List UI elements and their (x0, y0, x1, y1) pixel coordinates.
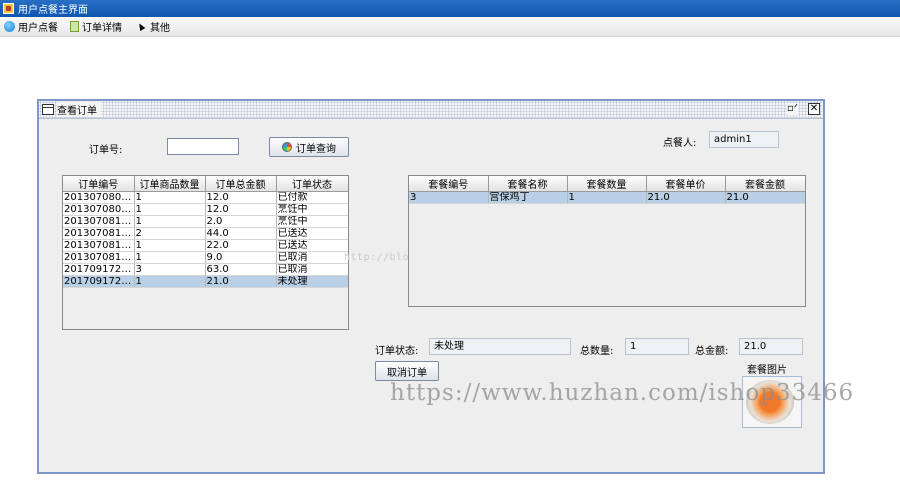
table-cell[interactable]: 未处理 (276, 275, 348, 288)
table-cell[interactable]: 1 (134, 203, 206, 216)
table-cell[interactable]: 1 (567, 191, 647, 204)
order-row[interactable]: 20170917205...121.0未处理 (63, 275, 348, 288)
table-cell[interactable]: 63.0 (205, 263, 277, 276)
qty-label: 总数量: (580, 346, 614, 357)
table-cell[interactable]: 20130708001... (63, 191, 135, 204)
restore-icon[interactable]: ▫ᐟ (786, 103, 798, 115)
customer-field[interactable]: admin1 (709, 131, 779, 148)
customer-label: 点餐人: (663, 138, 697, 149)
close-icon[interactable]: ✕ (808, 103, 820, 115)
image-label: 套餐图片 (747, 365, 787, 376)
order-row[interactable]: 20130708001...112.0已付款 (63, 191, 348, 204)
table-cell[interactable]: 2.0 (205, 215, 277, 228)
menu-item-other[interactable]: 其他 (134, 19, 170, 34)
order-row[interactable]: 20130708021...112.0烹饪中 (63, 203, 348, 216)
column-header-item-count[interactable]: 订单商品数量 (134, 176, 206, 192)
table-cell[interactable]: 20170917202... (63, 263, 135, 276)
menu-bar: 用户点餐 订单详情 其他 (0, 17, 900, 37)
items-table[interactable]: 套餐编号 套餐名称 套餐数量 套餐单价 套餐金额 3 宫保鸡丁 1 21.0 21.0 (409, 176, 805, 204)
table-cell[interactable]: 3 (409, 191, 489, 204)
document-icon (70, 21, 79, 32)
column-header-order-no[interactable]: 订单编号 (63, 176, 135, 192)
qty-field[interactable]: 1 (625, 338, 689, 355)
orders-table-panel[interactable]: 订单编号 订单商品数量 订单总金额 订单状态 20130708001...112… (62, 175, 349, 330)
menu-item-label: 订单详情 (82, 23, 122, 34)
table-cell[interactable]: 已付款 (276, 191, 348, 204)
user-order-icon (4, 21, 15, 32)
menu-item-order-details[interactable]: 订单详情 (70, 19, 122, 34)
cursor-icon (136, 21, 146, 32)
order-row[interactable]: 20170917202...363.0已取消 (63, 263, 348, 276)
order-row[interactable]: 20130708121...19.0已取消 (63, 251, 348, 264)
amount-field[interactable]: 21.0 (739, 338, 803, 355)
app-title: 用户点餐主界面 (18, 5, 88, 16)
table-cell[interactable]: 已取消 (276, 251, 348, 264)
huzhan-watermark: https://www.huzhan.com/ishop33466 (390, 380, 855, 406)
order-no-label: 订单号: (89, 145, 123, 156)
menu-item-user-order[interactable]: 用户点餐 (4, 19, 58, 34)
table-cell[interactable]: 12.0 (205, 191, 277, 204)
table-cell[interactable]: 20130708021... (63, 203, 135, 216)
table-cell[interactable]: 44.0 (205, 227, 277, 240)
amount-label: 总金额: (695, 346, 729, 357)
table-cell[interactable]: 3 (134, 263, 206, 276)
column-header-status[interactable]: 订单状态 (276, 176, 348, 192)
view-order-frame: 查看订单 ▫ᐟ ✕ 订单号: 订单查询 点餐人: admin1 订单编号 订单商… (37, 99, 825, 474)
table-cell[interactable]: 1 (134, 275, 206, 288)
order-row[interactable]: 20130708115...12.0烹饪中 (63, 215, 348, 228)
table-cell[interactable]: 已送达 (276, 239, 348, 252)
table-cell[interactable]: 烹饪中 (276, 203, 348, 216)
table-cell[interactable]: 20130708115... (63, 215, 135, 228)
table-cell[interactable]: 1 (134, 239, 206, 252)
menu-item-label: 其他 (150, 23, 170, 34)
items-table-panel[interactable]: 套餐编号 套餐名称 套餐数量 套餐单价 套餐金额 3 宫保鸡丁 1 21.0 21.0 (408, 175, 806, 307)
table-cell[interactable]: 已送达 (276, 227, 348, 240)
menu-item-label: 用户点餐 (18, 23, 58, 34)
table-cell[interactable]: 20130708115... (63, 227, 135, 240)
frame-title: 查看订单 (57, 102, 101, 117)
column-header-set-amount[interactable]: 套餐金额 (725, 176, 805, 192)
frame-titlebar[interactable]: 查看订单 ▫ᐟ ✕ (39, 101, 823, 119)
table-cell[interactable]: 12.0 (205, 203, 277, 216)
table-cell[interactable]: 已取消 (276, 263, 348, 276)
table-cell[interactable]: 20130708115... (63, 239, 135, 252)
table-cell[interactable]: 9.0 (205, 251, 277, 264)
table-cell[interactable]: 20170917205... (63, 275, 135, 288)
app-icon (3, 3, 14, 14)
column-header-set-qty[interactable]: 套餐数量 (567, 176, 647, 192)
cancel-order-button[interactable]: 取消订单 (375, 361, 439, 381)
item-row[interactable]: 3 宫保鸡丁 1 21.0 21.0 (409, 191, 805, 204)
table-cell[interactable]: 2 (134, 227, 206, 240)
table-cell[interactable]: 20130708121... (63, 251, 135, 264)
column-header-total-amount[interactable]: 订单总金额 (205, 176, 277, 192)
table-cell[interactable]: 21.0 (725, 191, 805, 204)
table-cell[interactable]: 烹饪中 (276, 215, 348, 228)
table-cell[interactable]: 1 (134, 191, 206, 204)
order-row[interactable]: 20130708115...122.0已送达 (63, 239, 348, 252)
table-cell[interactable]: 21.0 (205, 275, 277, 288)
order-row[interactable]: 20130708115...244.0已送达 (63, 227, 348, 240)
table-cell[interactable]: 1 (134, 215, 206, 228)
cancel-order-button-label: 取消订单 (387, 367, 427, 379)
query-icon (282, 142, 292, 152)
table-cell[interactable]: 1 (134, 251, 206, 264)
table-cell[interactable]: 21.0 (646, 191, 726, 204)
window-icon (42, 104, 54, 115)
column-header-set-name[interactable]: 套餐名称 (488, 176, 568, 192)
orders-table[interactable]: 订单编号 订单商品数量 订单总金额 订单状态 20130708001...112… (63, 176, 348, 288)
order-query-button-label: 订单查询 (296, 143, 336, 155)
order-no-input[interactable] (167, 138, 239, 155)
status-field[interactable]: 未处理 (429, 338, 571, 355)
app-titlebar: 用户点餐主界面 (0, 0, 900, 17)
table-cell[interactable]: 宫保鸡丁 (488, 191, 568, 204)
table-cell[interactable]: 22.0 (205, 239, 277, 252)
status-label: 订单状态: (375, 346, 419, 357)
order-query-button[interactable]: 订单查询 (269, 137, 349, 157)
column-header-set-price[interactable]: 套餐单价 (646, 176, 726, 192)
column-header-set-no[interactable]: 套餐编号 (409, 176, 489, 192)
